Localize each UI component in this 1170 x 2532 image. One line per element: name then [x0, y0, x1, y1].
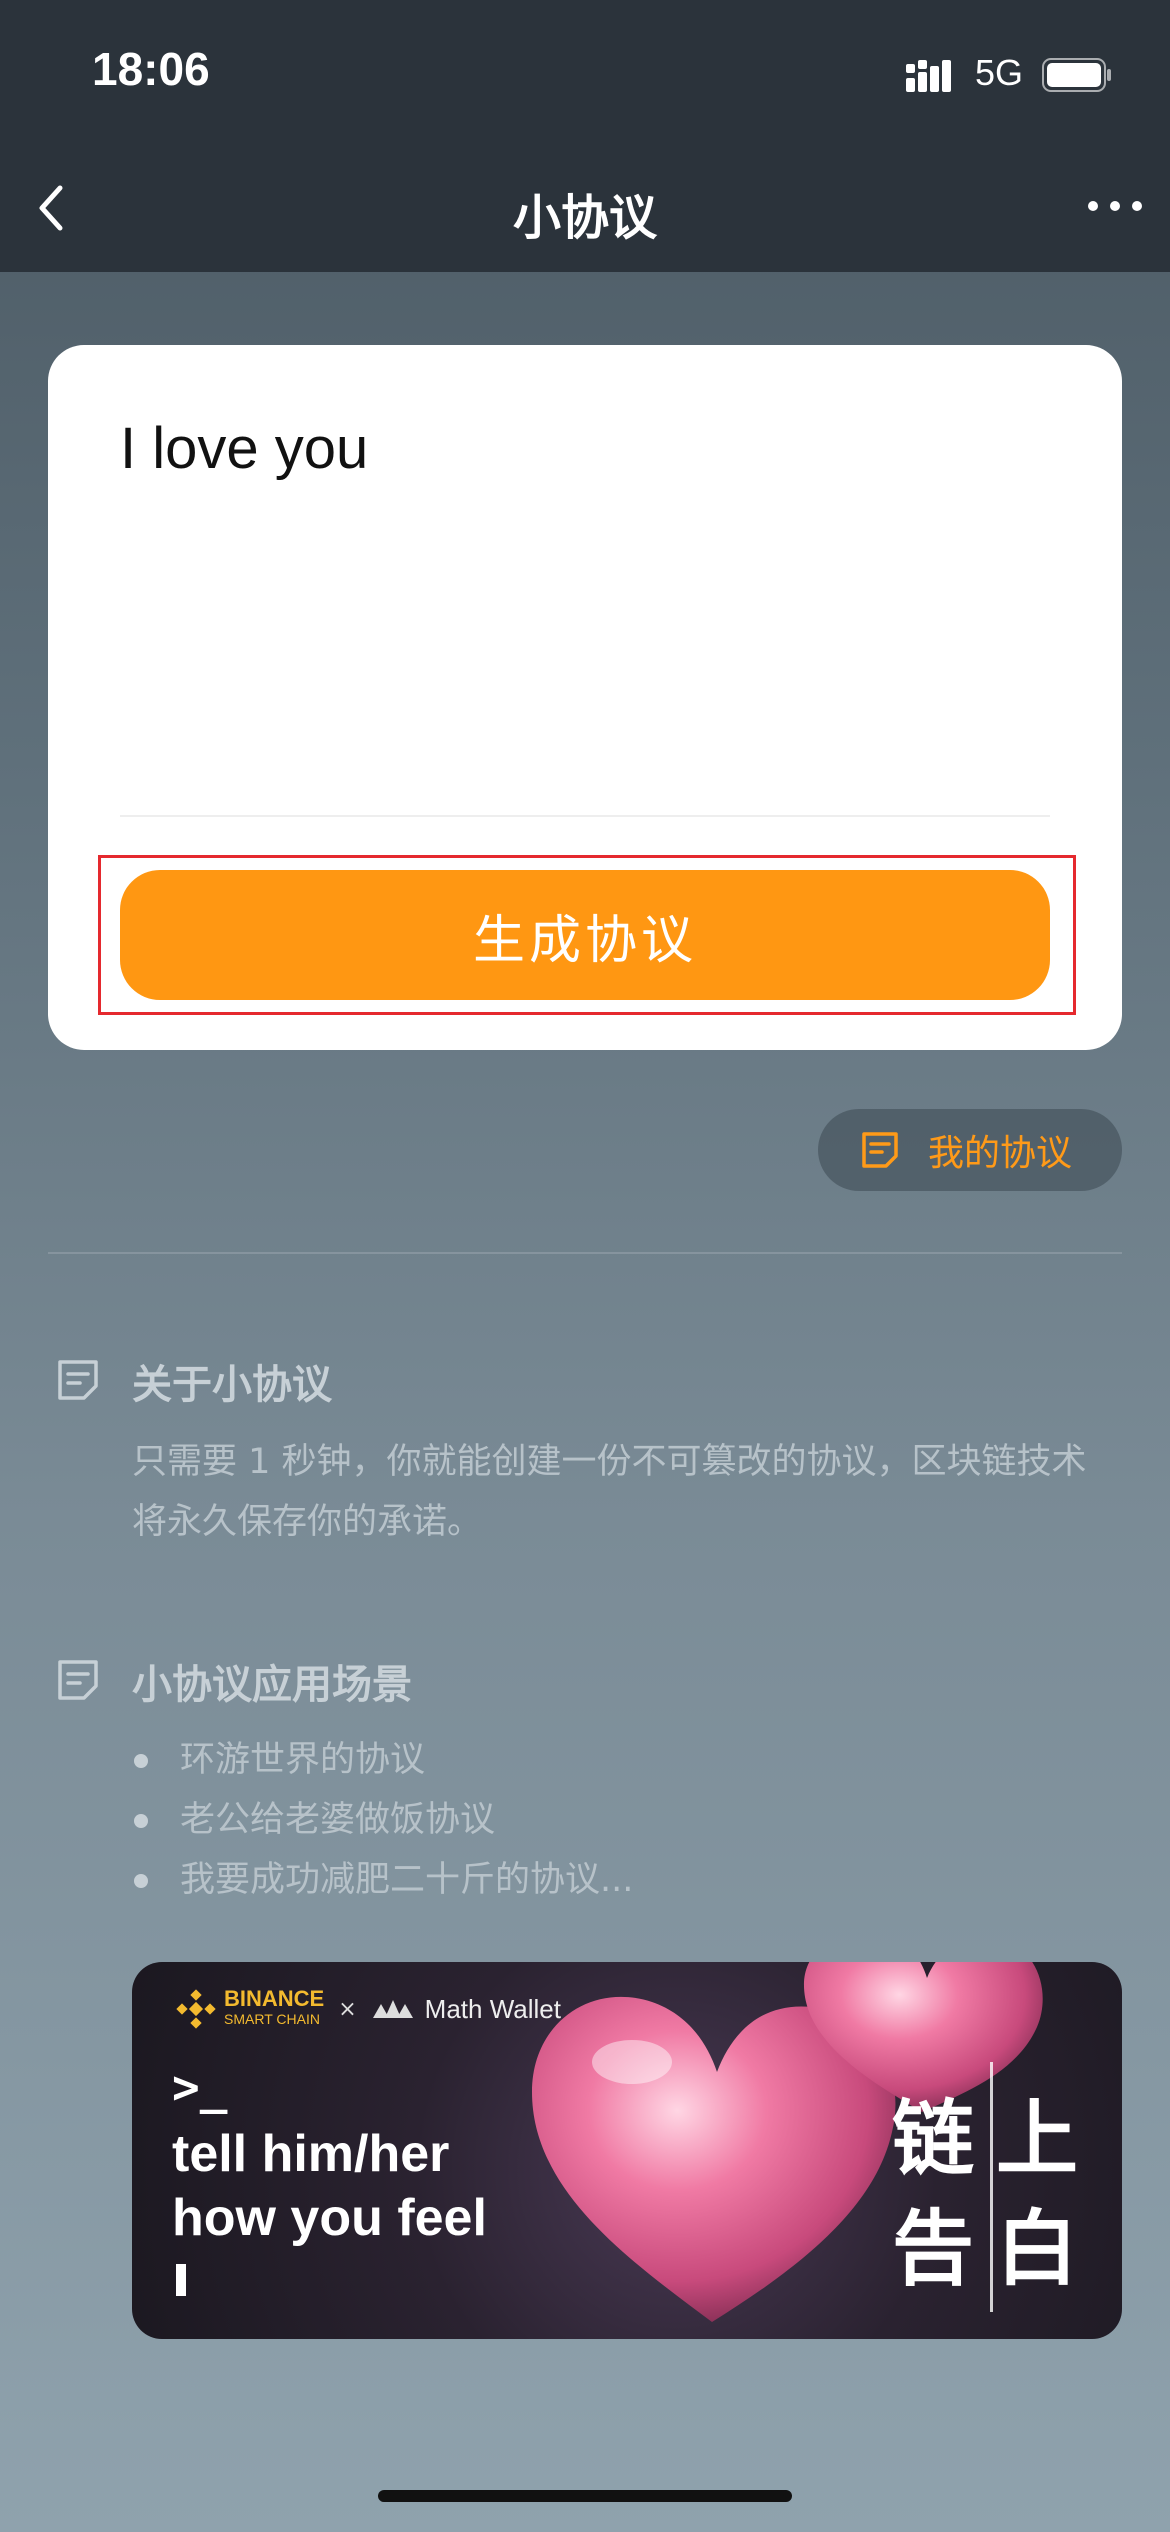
about-description: 只需要 1 秒钟，你就能创建一份不可篡改的协议，区块链技术将永久保存你的承诺。: [132, 1442, 1087, 1542]
brand-binance-sub: SMART CHAIN: [224, 2011, 320, 2027]
cursor: [176, 2264, 186, 2296]
promo-banner[interactable]: BINANCE SMART CHAIN × Math Wallet >_ tel…: [132, 1962, 1122, 2339]
agreement-card: I love you 生成协议: [48, 345, 1122, 1050]
cn-char: 白: [996, 2201, 1079, 2297]
note-icon: [862, 1132, 898, 1168]
cn-char: 链: [892, 2091, 975, 2187]
brand-separator: ×: [338, 1996, 357, 2022]
about-title: 关于小协议: [132, 1362, 332, 1408]
generate-agreement-button[interactable]: 生成协议: [120, 870, 1050, 1000]
page-title: 小协议: [512, 190, 657, 246]
battery-icon: [1042, 58, 1111, 92]
math-wallet-logo-icon: [372, 2000, 413, 2018]
cn-char: 上: [996, 2091, 1079, 2187]
network-type: 5G: [975, 52, 1024, 93]
note-icon: [58, 1360, 98, 1400]
banner-prompt: >_: [172, 2060, 228, 2114]
cn-char: 告: [892, 2201, 975, 2297]
my-agreement-label: 我的协议: [928, 1133, 1073, 1174]
status-time: 18:06: [92, 43, 210, 95]
banner-line-2: how you feel: [172, 2189, 487, 2247]
banner-cn-title: 链 上 告 白: [892, 2072, 1092, 2312]
agreement-input[interactable]: I love you: [120, 415, 1050, 817]
scenes-title: 小协议应用场景: [132, 1662, 412, 1708]
list-item: 我要成功减肥二十斤的协议...: [132, 1850, 633, 1910]
scene-list: 环游世界的协议 老公给老婆做饭协议 我要成功减肥二十斤的协议...: [132, 1730, 633, 1910]
more-options-icon[interactable]: [1085, 186, 1145, 226]
note-icon: [58, 1660, 98, 1700]
binance-logo-icon: [176, 1989, 216, 2029]
banner-line-1: tell him/her: [172, 2125, 450, 2183]
nav-bar: 小协议: [0, 150, 1170, 272]
home-indicator: [378, 2490, 792, 2502]
my-agreement-button[interactable]: 我的协议: [818, 1109, 1122, 1191]
list-item: 老公给老婆做饭协议: [132, 1790, 633, 1850]
brand-binance: BINANCE: [224, 1986, 325, 2011]
list-item: 环游世界的协议: [132, 1730, 633, 1790]
banner-brand: BINANCE SMART CHAIN × Math Wallet: [176, 1984, 561, 2034]
status-bar: 18:06 5G: [0, 0, 1170, 150]
signal-icon: [906, 60, 951, 92]
divider: [48, 1252, 1122, 1254]
